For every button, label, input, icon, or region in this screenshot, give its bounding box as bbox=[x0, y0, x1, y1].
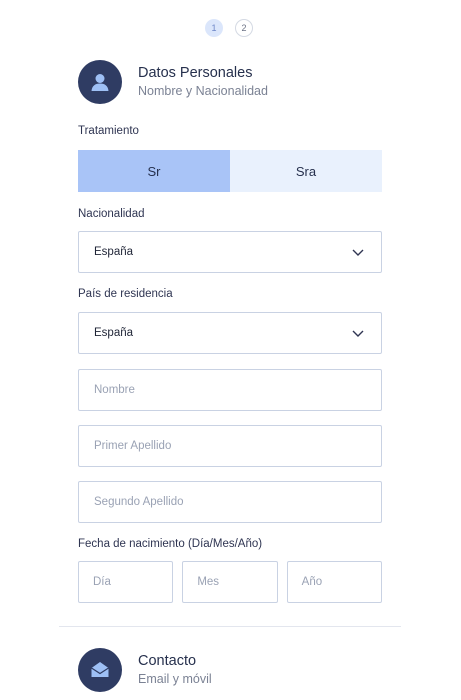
section-personal-subtitle: Nombre y Nacionalidad bbox=[138, 84, 268, 98]
residence-select[interactable]: España bbox=[78, 312, 382, 354]
step-1[interactable]: 1 bbox=[205, 19, 223, 37]
birth-month-input[interactable]: Mes bbox=[182, 561, 278, 603]
user-icon bbox=[78, 60, 122, 104]
section-divider bbox=[59, 626, 401, 627]
nationality-label: Nacionalidad bbox=[78, 208, 145, 220]
section-contact-header[interactable]: Contacto Email y móvil bbox=[78, 648, 212, 692]
first-surname-input[interactable]: Primer Apellido bbox=[78, 425, 382, 467]
birth-year-input[interactable]: Año bbox=[286, 561, 382, 603]
treatment-toggle: Sr Sra bbox=[78, 150, 382, 192]
first-name-placeholder: Nombre bbox=[94, 384, 135, 396]
envelope-icon bbox=[78, 648, 122, 692]
section-contact-title: Contacto bbox=[138, 653, 197, 669]
birth-month-placeholder: Mes bbox=[197, 576, 220, 588]
residence-value: España bbox=[94, 327, 134, 339]
treatment-label: Tratamiento bbox=[78, 125, 139, 137]
birth-date-label: Fecha de nacimiento (Día/Mes/Año) bbox=[78, 538, 263, 550]
section-personal-title: Datos Personales bbox=[138, 65, 253, 81]
birth-year-placeholder: Año bbox=[301, 576, 323, 588]
chevron-down-icon bbox=[352, 330, 364, 337]
first-surname-placeholder: Primer Apellido bbox=[94, 440, 172, 452]
nationality-select[interactable]: España bbox=[78, 231, 382, 273]
chevron-down-icon bbox=[352, 249, 364, 256]
second-surname-placeholder: Segundo Apellido bbox=[94, 496, 184, 508]
first-name-input[interactable]: Nombre bbox=[78, 369, 382, 411]
section-personal-header[interactable]: Datos Personales Nombre y Nacionalidad bbox=[78, 60, 268, 104]
birth-day-input[interactable]: Día bbox=[78, 561, 174, 603]
section-contact-subtitle: Email y móvil bbox=[138, 672, 212, 686]
residence-label: País de residencia bbox=[78, 288, 173, 300]
step-2[interactable]: 2 bbox=[235, 19, 253, 37]
treatment-option-sr[interactable]: Sr bbox=[78, 150, 230, 192]
birth-day-placeholder: Día bbox=[93, 576, 111, 588]
treatment-option-sra[interactable]: Sra bbox=[230, 150, 382, 192]
birth-date-fields: Día Mes Año bbox=[78, 561, 382, 603]
step-indicator: 1 2 bbox=[205, 19, 253, 37]
second-surname-input[interactable]: Segundo Apellido bbox=[78, 481, 382, 523]
nationality-value: España bbox=[94, 246, 134, 258]
